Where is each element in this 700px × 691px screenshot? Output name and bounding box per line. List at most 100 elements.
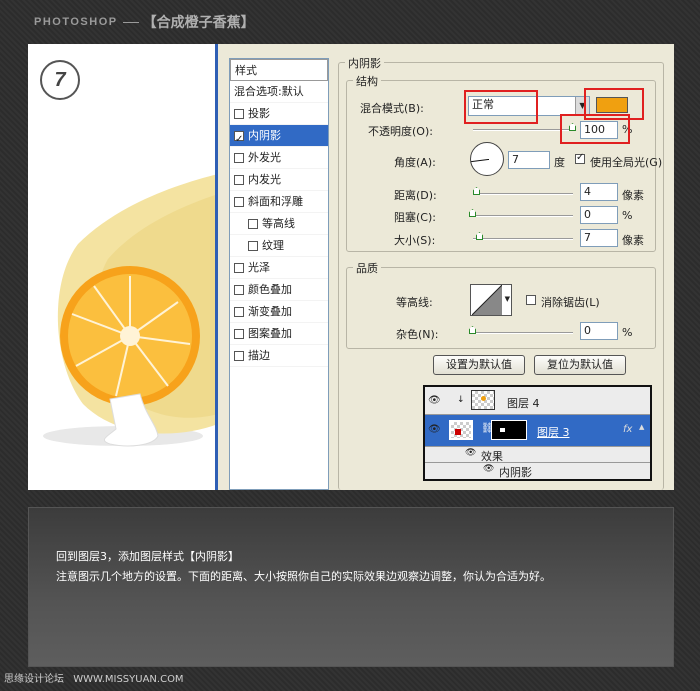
style-item[interactable]: 内发光 [230,169,328,191]
style-item-label: 内发光 [248,173,281,186]
effects-label: 效果 [481,450,503,463]
size-label: 大小(S): [394,234,436,247]
style-item-label: 纹理 [262,239,284,252]
style-item[interactable]: 投影 [230,103,328,125]
style-item[interactable]: 外发光 [230,147,328,169]
inner-shadow-effect-label: 内阴影 [499,466,532,479]
angle-unit: 度 [554,156,565,169]
style-item[interactable]: 光泽 [230,257,328,279]
clip-arrow-icon: ↓ [457,395,465,405]
style-item-label: 图案叠加 [248,327,292,340]
style-item[interactable]: 颜色叠加 [230,279,328,301]
expand-effects-icon[interactable]: ▲ [639,423,644,431]
layer-row-4[interactable]: 👁 ↓ 图层 4 [425,387,650,415]
contour-linear-icon [472,285,502,315]
make-default-button[interactable]: 设置为默认值 [433,355,525,375]
noise-slider-track[interactable] [473,332,573,334]
footer: 思缘设计论坛 WWW.MISSYUAN.COM [4,670,190,685]
style-checkbox[interactable] [234,108,244,119]
style-checkbox[interactable] [234,129,244,150]
page-title: 【合成橙子香蕉】 [142,15,255,31]
inner-shadow-effect-row[interactable]: 👁 内阴影 [425,463,650,479]
style-item-label: 斜面和浮雕 [248,195,303,208]
size-unit: 像素 [622,234,644,247]
effects-eye-icon[interactable]: 👁 [465,448,476,458]
reset-default-button[interactable]: 复位为默认值 [534,355,626,375]
angle-dial[interactable] [470,142,504,176]
anti-alias-label: 消除锯齿(L) [541,296,600,309]
photo-area: 7 [28,44,218,490]
size-slider-track[interactable] [473,238,573,240]
style-item[interactable]: 图案叠加 [230,323,328,345]
global-light-label: 使用全局光(G) [590,156,663,169]
noise-field[interactable]: 0 [580,322,618,340]
highlight-blend-mode [464,90,538,124]
style-item[interactable]: 混合选项:默认 [230,81,328,103]
global-light-checkbox[interactable] [575,152,585,164]
style-item-label: 渐变叠加 [248,305,292,318]
style-checkbox[interactable] [234,306,244,317]
caption-panel: 回到图层3，添加图层样式【内阴影】 注意图示几个地方的设置。下面的距离、大小按照… [28,507,674,667]
layer-row-3[interactable]: 👁 ⛓ 图层 3 fx ▲ [425,415,650,447]
style-item[interactable]: 渐变叠加 [230,301,328,323]
noise-unit: % [622,326,633,339]
layer-3-thumbnail [449,420,473,440]
noise-label: 杂色(N): [396,328,439,341]
styles-header[interactable]: 样式 [230,59,328,81]
style-checkbox[interactable] [248,218,258,229]
brand-text: PHOTOSHOP [34,16,118,28]
style-item-label: 投影 [248,107,270,120]
brand-divider [122,21,139,23]
style-item[interactable]: 纹理 [230,235,328,257]
style-checkbox[interactable] [234,284,244,295]
distance-unit: 像素 [622,189,644,202]
layer-4-thumbnail [471,390,495,410]
style-checkbox[interactable] [234,328,244,339]
header: PHOTOSHOP 【合成橙子香蕉】 [0,0,700,44]
caption-line-2: 注意图示几个地方的设置。下面的距离、大小按照你自己的实际效果边观察边调整，你认为… [56,570,551,583]
style-checkbox[interactable] [234,262,244,273]
choke-field[interactable]: 0 [580,206,618,224]
style-checkbox[interactable] [234,350,244,361]
contour-picker[interactable]: ▼ [470,284,512,316]
style-item[interactable]: 内阴影 [230,125,328,150]
style-item[interactable]: 描边 [230,345,328,367]
style-item-label: 光泽 [248,261,270,274]
style-item[interactable]: 斜面和浮雕 [230,191,328,213]
choke-slider-track[interactable] [473,215,573,217]
chevron-down-icon: ▼ [504,295,510,303]
footer-site-name: 思缘设计论坛 [4,674,64,685]
contour-label: 等高线: [396,296,433,309]
quality-title: 品质 [353,260,381,276]
distance-slider-track[interactable] [473,193,573,195]
opacity-label: 不透明度(O): [368,125,433,138]
angle-field[interactable]: 7 [508,151,550,169]
opacity-slider-track[interactable] [473,129,573,131]
style-checkbox[interactable] [234,196,244,207]
inner-shadow-eye-icon[interactable]: 👁 [483,464,494,474]
blend-mode-label: 混合模式(B): [360,102,424,115]
tutorial-screenshot: 7 样式 混合选项:默认投影内阴影外发光内发光斜 [28,44,674,490]
anti-alias-checkbox[interactable] [526,295,536,305]
footer-site-url: WWW.MISSYUAN.COM [73,674,184,685]
styles-list: 样式 混合选项:默认投影内阴影外发光内发光斜面和浮雕等高线纹理光泽颜色叠加渐变叠… [229,58,329,490]
layers-panel: 👁 ↓ 图层 4 👁 ⛓ 图层 3 fx ▲ 👁 效果 👁 内阴影 [423,385,652,481]
style-checkbox[interactable] [234,152,244,163]
style-item[interactable]: 等高线 [230,213,328,235]
style-checkbox[interactable] [248,240,258,251]
layer-3-mask-thumbnail[interactable] [491,420,527,440]
fx-icon[interactable]: fx [623,424,632,435]
eye-icon[interactable]: 👁 [428,395,441,406]
style-item-label: 等高线 [262,217,295,230]
style-item-label: 外发光 [248,151,281,164]
caption-line-1: 回到图层3，添加图层样式【内阴影】 [56,550,239,563]
style-item-label: 颜色叠加 [248,283,292,296]
distance-field[interactable]: 4 [580,183,618,201]
eye-icon[interactable]: 👁 [428,424,441,435]
choke-label: 阻塞(C): [394,211,436,224]
style-checkbox[interactable] [234,174,244,185]
structure-title: 结构 [353,73,381,89]
style-item-label: 内阴影 [248,129,281,142]
size-field[interactable]: 7 [580,229,618,247]
effects-row[interactable]: 👁 效果 [425,447,650,463]
